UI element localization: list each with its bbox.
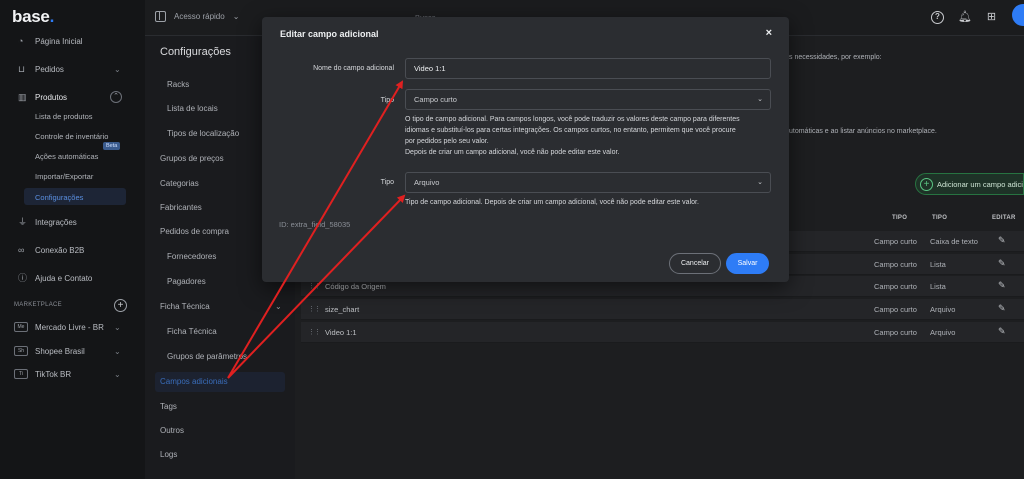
sidebar-item-label: Produtos bbox=[35, 92, 68, 102]
edit-field-modal: Editar campo adicional × Nome do campo a… bbox=[262, 17, 789, 282]
help-text-line: idiomas e substituí-los para certas inte… bbox=[405, 127, 736, 134]
field-name-label: Nome do campo adicional bbox=[313, 65, 394, 72]
help-text-line: O tipo de campo adicional. Para campos l… bbox=[405, 116, 740, 123]
beta-badge: Beta bbox=[103, 142, 121, 150]
modal-title: Editar campo adicional bbox=[280, 29, 379, 39]
save-button[interactable]: Salvar bbox=[726, 253, 769, 274]
input-type-value: Arquivo bbox=[414, 178, 440, 187]
sidebar-item-label: TikTok BR bbox=[35, 369, 72, 379]
sidebar-subitem-import-export[interactable]: Importar/Exportar bbox=[35, 172, 93, 181]
field-id-text: ID: extra_field_58035 bbox=[279, 220, 351, 229]
marketplace-badge-icon: Ti bbox=[14, 369, 28, 379]
help-icon[interactable]: ? bbox=[931, 10, 944, 24]
help-text-line: por pedidos pelo seu valor. bbox=[405, 138, 489, 145]
gift-icon[interactable]: ⊞ bbox=[985, 11, 998, 24]
main-sidebar: base. ◔ Página Inicial ⊔ Pedidos ⌄ ▥ Pro… bbox=[0, 0, 145, 479]
link-icon: ∞ bbox=[18, 245, 25, 255]
cancel-button[interactable]: Cancelar bbox=[669, 253, 721, 274]
sidebar-subitem-settings[interactable]: Configurações bbox=[35, 193, 83, 202]
input-type-label: Tipo bbox=[380, 179, 394, 186]
sidebar-item-orders[interactable]: ⊔ Pedidos ⌄ bbox=[0, 59, 145, 79]
top-bar-actions: ? 🔔︎ ⊞ bbox=[931, 4, 1024, 26]
sidebar-item-shopee[interactable]: Sh Shopee Brasil ⌄ bbox=[0, 341, 145, 361]
bell-icon[interactable]: 🔔︎ bbox=[958, 11, 972, 24]
chevron-down-icon: ⌄ bbox=[114, 369, 121, 379]
marketplace-badge-icon: Sh bbox=[14, 346, 28, 356]
sidebar-item-label: Conexão B2B bbox=[35, 245, 85, 255]
chart-icon: ▥ bbox=[18, 92, 27, 102]
sidebar-item-label: Pedidos bbox=[35, 64, 64, 74]
sidebar-item-products[interactable]: ▥ Produtos ⌃ bbox=[0, 87, 145, 107]
sidebar-item-help[interactable]: ⓘ Ajuda e Contato bbox=[0, 268, 145, 288]
input-type-select[interactable]: Arquivo ⌄ bbox=[405, 172, 771, 193]
sidebar-subitem-inventory[interactable]: Controle de inventário bbox=[35, 132, 108, 141]
chevron-down-icon: ⌄ bbox=[114, 346, 121, 356]
quick-access-label: Acesso rápido bbox=[174, 12, 225, 21]
field-name-input[interactable]: Video 1:1 bbox=[405, 58, 771, 79]
sidebar-item-label: Ajuda e Contato bbox=[35, 273, 93, 283]
chevron-down-icon: ⌄ bbox=[114, 322, 121, 332]
chevron-down-icon: ⌄ bbox=[757, 179, 763, 186]
sidebar-item-label: Shopee Brasil bbox=[35, 346, 85, 356]
chevron-down-icon: ⌄ bbox=[232, 12, 240, 21]
help-text-line: Depois de criar um campo adicional, você… bbox=[405, 149, 620, 156]
field-type-label: Tipo bbox=[380, 97, 394, 104]
quick-access-menu[interactable]: Acesso rápido ⌄ bbox=[155, 11, 239, 22]
sidebar-subitem-product-list[interactable]: Lista de produtos bbox=[35, 112, 93, 121]
field-type-value: Campo curto bbox=[414, 95, 457, 104]
cart-icon: ⊔ bbox=[18, 64, 26, 74]
help-icon: ⓘ bbox=[18, 273, 28, 283]
sidebar-item-label: Mercado Livre - BR bbox=[35, 322, 104, 332]
avatar[interactable] bbox=[1012, 4, 1024, 26]
close-icon[interactable]: × bbox=[766, 27, 772, 39]
sidebar-item-mercado-livre[interactable]: Me Mercado Livre - BR ⌄ bbox=[0, 317, 145, 337]
sidebar-item-home[interactable]: ◔ Página Inicial bbox=[0, 31, 145, 51]
sidebar-item-integrations[interactable]: ⏚ Integrações bbox=[0, 212, 145, 232]
logo[interactable]: base. bbox=[12, 7, 54, 27]
plug-icon: ⏚ bbox=[18, 217, 28, 227]
sidebar-item-b2b[interactable]: ∞ Conexão B2B bbox=[0, 240, 145, 260]
marketplace-section-label: MARKETPLACE bbox=[14, 302, 62, 308]
add-marketplace-icon[interactable]: + bbox=[114, 299, 127, 312]
chevron-down-icon: ⌄ bbox=[757, 96, 763, 103]
chevron-up-icon[interactable]: ⌃ bbox=[110, 91, 122, 103]
sidebar-item-tiktok[interactable]: Ti TikTok BR ⌄ bbox=[0, 364, 145, 384]
field-type-help: O tipo de campo adicional. Para campos l… bbox=[405, 114, 780, 158]
field-type-select[interactable]: Campo curto ⌄ bbox=[405, 89, 771, 110]
input-type-help: Tipo de campo adicional. Depois de criar… bbox=[405, 199, 699, 206]
sidebar-item-label: Página Inicial bbox=[35, 36, 83, 46]
panel-icon bbox=[155, 11, 166, 22]
marketplace-badge-icon: Me bbox=[14, 322, 28, 332]
chevron-down-icon: ⌄ bbox=[114, 64, 121, 74]
dashboard-icon: ◔ bbox=[18, 36, 24, 46]
sidebar-subitem-automatic-actions[interactable]: Ações automáticas bbox=[35, 152, 98, 161]
sidebar-item-label: Integrações bbox=[35, 217, 77, 227]
